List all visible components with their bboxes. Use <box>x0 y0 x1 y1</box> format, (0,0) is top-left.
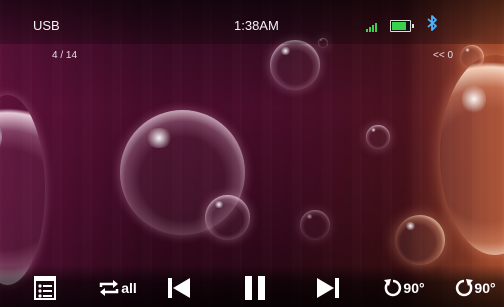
bubble <box>395 215 445 265</box>
pause-icon <box>245 276 265 300</box>
signal-bar <box>375 23 377 32</box>
rotate-left-label: 90° <box>403 280 425 296</box>
playlist-icon <box>34 276 56 300</box>
previous-button[interactable] <box>165 274 193 302</box>
bubble <box>366 125 390 149</box>
signal-bar <box>369 27 371 32</box>
bubble <box>460 45 484 69</box>
status-bar: USB 1:38AM <box>0 0 504 44</box>
bubble <box>205 195 250 240</box>
next-button[interactable] <box>314 274 342 302</box>
image-counter: 4 / 14 <box>52 50 78 61</box>
playlist-button[interactable] <box>33 275 57 301</box>
source-label: USB <box>33 18 60 33</box>
previous-icon <box>168 278 190 298</box>
rotate-right-button[interactable]: 90° <box>447 275 503 301</box>
repeat-button[interactable]: all <box>92 276 142 300</box>
repeat-icon <box>99 280 119 296</box>
signal-bar <box>366 29 368 32</box>
bluetooth-icon <box>427 15 437 31</box>
clock: 1:38AM <box>234 18 279 33</box>
bubble <box>270 40 320 90</box>
signal-bar <box>372 25 374 32</box>
rotate-right-label: 90° <box>474 280 496 296</box>
bubble <box>300 210 330 240</box>
repeat-label: all <box>121 280 137 296</box>
seek-indicator: << 0 <box>433 50 454 61</box>
photo-viewer-screen: USB 1:38AM 4 / 14 << 0 all 90° 90° <box>0 0 504 307</box>
rotate-left-button[interactable]: 90° <box>378 275 430 301</box>
rotate-right-icon <box>456 279 474 297</box>
battery-fill <box>392 22 406 30</box>
pause-button[interactable] <box>240 274 270 302</box>
next-icon <box>317 278 339 298</box>
control-bar: all 90° 90° <box>0 265 504 307</box>
battery-icon <box>390 20 414 32</box>
rotate-left-icon <box>384 279 402 297</box>
signal-icon <box>366 22 377 32</box>
